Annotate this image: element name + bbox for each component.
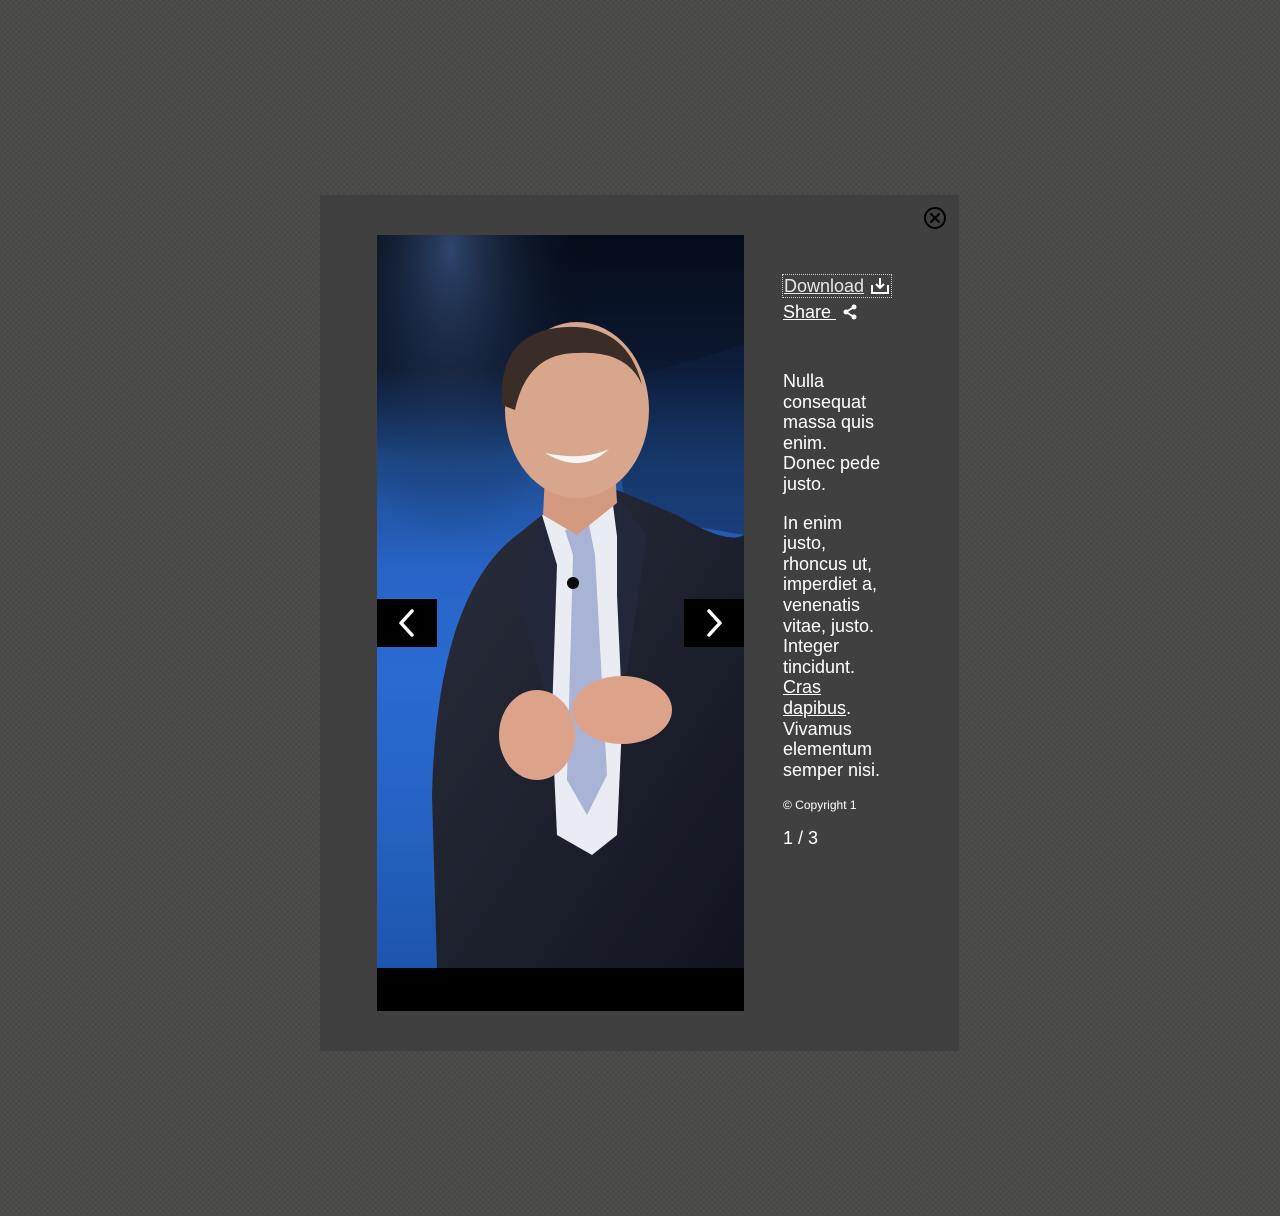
copyright-text: © Copyright 1	[783, 798, 857, 813]
share-link[interactable]: Share	[783, 301, 858, 323]
description-link[interactable]: Cras dapibus	[783, 677, 846, 718]
lightbox-modal: Download Share Nulla consequat massa qui…	[320, 195, 959, 1051]
share-icon	[843, 304, 857, 320]
media-frame	[377, 235, 744, 1011]
download-link[interactable]: Download	[781, 274, 893, 298]
close-button[interactable]	[924, 207, 946, 229]
close-icon	[930, 213, 940, 223]
slide-description: Nulla consequat massa quis enim. Donec p…	[783, 371, 883, 780]
description-paragraph-1: Nulla consequat massa quis enim. Donec p…	[783, 371, 881, 494]
prev-slide-button[interactable]	[377, 599, 437, 647]
slide-sidebar: Download Share Nulla consequat massa qui…	[781, 274, 893, 849]
share-label: Share	[783, 302, 832, 322]
chevron-right-icon	[707, 609, 722, 637]
download-label: Download	[784, 276, 865, 296]
description-paragraph-2: In enim justo, rhoncus ut, imperdiet a, …	[783, 513, 883, 781]
slide-counter: 1 / 3	[783, 828, 819, 849]
download-icon	[871, 278, 890, 294]
description-text: In enim justo, rhoncus ut, imperdiet a, …	[783, 512, 878, 677]
chevron-left-icon	[399, 609, 414, 637]
next-slide-button[interactable]	[684, 599, 744, 647]
